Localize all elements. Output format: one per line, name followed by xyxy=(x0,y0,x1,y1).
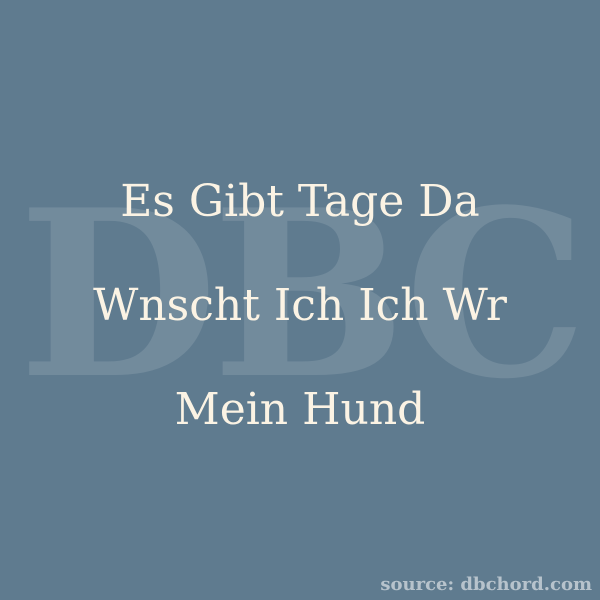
quote-text: Es Gibt Tage Da Wnscht Ich Ich Wr Mein H… xyxy=(20,150,580,462)
quote-line-3: Mein Hund xyxy=(174,384,426,435)
quote-line-1: Es Gibt Tage Da xyxy=(120,176,480,227)
quote-line-2: Wnscht Ich Ich Wr xyxy=(93,280,507,331)
source-credit: source: dbchord.com xyxy=(380,574,592,595)
quote-card: DBC Es Gibt Tage Da Wnscht Ich Ich Wr Me… xyxy=(0,0,600,600)
